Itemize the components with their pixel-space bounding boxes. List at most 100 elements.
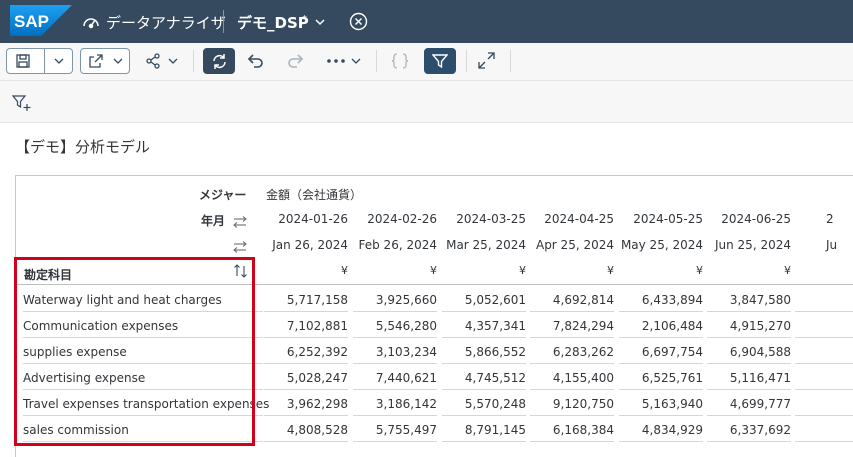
table-cell[interactable]: 4,155,400 [528,371,614,385]
currency-unit: ¥ [696,264,703,277]
table-cell[interactable]: 5,717,158 [262,293,348,307]
currency-unit: ¥ [607,264,614,277]
cell-divider [353,441,437,442]
column-header-date: 2 [826,212,834,226]
cell-divider [264,311,348,312]
table-cell[interactable]: 6,168,384 [528,423,614,437]
cell-divider [264,415,348,416]
cell-divider [442,389,526,390]
table-cell[interactable]: 2,106,484 [617,319,703,333]
table-cell[interactable]: 7,102,881 [262,319,348,333]
swap-axis-icon[interactable] [233,213,247,228]
cell-divider [353,363,437,364]
export-icon [88,53,104,69]
table-cell[interactable]: 3,186,142 [351,397,437,411]
save-button-group [6,48,73,74]
undo-icon [247,53,265,69]
shell-bar: SAP データアナライザ デモ_DSP * [0,0,853,43]
save-icon[interactable] [15,53,31,69]
code-button[interactable] [388,48,412,74]
measure-value: 金額（会社通貨） [266,188,363,202]
cell-divider [442,311,526,312]
table-cell[interactable]: 6,433,894 [617,293,703,307]
table-cell[interactable]: 3,103,234 [351,345,437,359]
table-cell[interactable]: 4,834,929 [617,423,703,437]
add-filter-icon[interactable] [11,93,32,113]
table-cell[interactable]: 8,791,145 [440,423,526,437]
cell-divider [707,363,791,364]
chevron-down-icon[interactable] [313,14,327,28]
table-cell[interactable]: 6,252,392 [262,345,348,359]
cell-divider [707,311,791,312]
table-cell[interactable]: 7,440,621 [351,371,437,385]
dropdown-chevron-icon[interactable] [52,54,66,68]
table-cell[interactable]: 6,337,692 [705,423,791,437]
close-icon[interactable] [349,12,368,31]
cell-divider [707,415,791,416]
table-cell[interactable]: 5,570,248 [440,397,526,411]
shell-divider [223,10,224,33]
table-cell[interactable]: 7,824,294 [528,319,614,333]
table-cell[interactable]: 3,925,660 [351,293,437,307]
sap-logo[interactable]: SAP [10,5,72,36]
cell-divider [795,311,853,312]
cell-divider [619,389,703,390]
table-cell[interactable]: 4,692,814 [528,293,614,307]
share-button[interactable] [143,48,183,74]
table-cell[interactable]: 6,697,754 [617,345,703,359]
refresh-button[interactable] [203,48,235,74]
table-cell[interactable]: 9,120,750 [528,397,614,411]
table-cell[interactable]: 6,525,761 [617,371,703,385]
swap-axis-icon[interactable] [233,238,247,253]
cell-divider [264,363,348,364]
sap-logo-text: SAP [14,12,49,31]
cell-divider [530,311,614,312]
measure-label: メジャー [199,188,247,202]
cell-divider [795,337,853,338]
table-cell[interactable]: 3,847,580 [705,293,791,307]
cell-divider [530,415,614,416]
table-cell[interactable]: 4,357,341 [440,319,526,333]
chevron-down-icon [111,54,125,68]
table-cell[interactable]: 5,028,247 [262,371,348,385]
table-cell[interactable]: 6,904,588 [705,345,791,359]
table-cell[interactable]: 5,866,552 [440,345,526,359]
table-cell[interactable]: 4,699,777 [705,397,791,411]
cell-divider [264,337,348,338]
redo-icon [286,53,304,69]
fullscreen-button[interactable] [478,48,498,74]
table-cell[interactable]: 6,283,262 [528,345,614,359]
cell-divider [264,389,348,390]
redo-button[interactable] [286,48,306,74]
column-header-label: Ju [826,238,838,252]
more-icon [327,58,345,64]
table-cell[interactable]: 4,808,528 [262,423,348,437]
table-cell[interactable]: 5,052,601 [440,293,526,307]
more-button[interactable] [325,48,365,74]
table-cell[interactable]: 3,962,298 [262,397,348,411]
table-cell[interactable]: 4,745,512 [440,371,526,385]
share-icon [145,53,161,69]
export-button[interactable] [80,48,130,74]
table-cell[interactable]: 5,116,471 [705,371,791,385]
cell-divider [707,337,791,338]
table-cell[interactable]: 5,755,497 [351,423,437,437]
table-cell[interactable]: 4,915,270 [705,319,791,333]
cell-divider [353,389,437,390]
table-cell[interactable]: 5,163,940 [617,397,703,411]
currency-unit: ¥ [519,264,526,277]
chevron-down-icon [349,54,363,68]
column-header-date: 2024-03-25 [456,212,526,226]
cell-divider [795,363,853,364]
yearmonth-label: 年月 [201,214,226,228]
toolbar [0,43,853,81]
cell-divider [530,441,614,442]
filter-icon [432,53,448,69]
cell-divider [442,337,526,338]
undo-button[interactable] [247,48,267,74]
code-icon [390,53,410,69]
filter-button[interactable] [424,48,456,74]
document-title[interactable]: デモ_DSP [237,12,309,33]
toolbar-divider [510,50,511,72]
table-cell[interactable]: 5,546,280 [351,319,437,333]
